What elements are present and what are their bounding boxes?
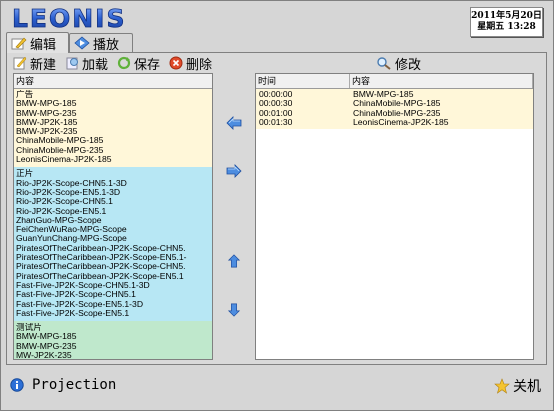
tab-play[interactable]: 播放	[69, 33, 133, 53]
list-item[interactable]: PiratesOfTheCaribbean-JP2K-Scope-CHN5.	[16, 244, 212, 253]
library-header: 内容	[14, 74, 212, 89]
list-item[interactable]: LeonisCinema-JP2K-185	[16, 155, 212, 164]
new-button[interactable]: 新建	[13, 54, 56, 73]
table-row[interactable]: 00:01:30 LeonisCinema-JP2K-185	[256, 116, 533, 130]
shutdown-label: 关机	[513, 379, 541, 395]
list-item[interactable]: ChinaMoblie-MPG-235	[16, 146, 212, 155]
projection-label: Projection	[32, 377, 117, 393]
load-label: 加载	[82, 57, 109, 73]
list-item[interactable]: BMW-MPG-185	[16, 99, 212, 108]
date-text: 2011年5月20日	[471, 11, 542, 21]
new-doc-icon	[13, 56, 27, 70]
tab-edit[interactable]: 编辑	[6, 32, 69, 53]
new-label: 新建	[30, 57, 57, 73]
time-column-header[interactable]: 时间	[256, 74, 350, 88]
group-title: 测试片	[16, 323, 42, 333]
magnifier-icon	[377, 57, 391, 70]
delete-icon	[169, 56, 183, 70]
info-icon	[10, 378, 24, 392]
group-test: 测试片 BMW-MPG-185 BMW-MPG-235 MW-JP2K-235	[14, 321, 212, 359]
list-item[interactable]: Fast-Five-JP2K-Scope-EN5.1-3D	[16, 300, 212, 309]
arrow-down-icon[interactable]	[226, 303, 242, 317]
list-item[interactable]: PiratesOfTheCaribbean-JP2K-Scope-CHN5.	[16, 262, 212, 271]
leonis-logo: LEONIS	[12, 4, 127, 32]
content-library-list[interactable]: 内容 广告 BMW-MPG-185 BMW-MPG-235 BMW-JP2K-1…	[13, 73, 213, 360]
content-column-header[interactable]: 内容	[350, 74, 533, 88]
tab-play-label: 播放	[93, 37, 120, 53]
playlist-schedule-table[interactable]: 时间 内容 00:00:00 BMW-MPG-185 00:00:30 Chin…	[255, 73, 534, 360]
list-item[interactable]: MW-JP2K-235	[16, 351, 212, 359]
list-item[interactable]: BMW-MPG-235	[16, 109, 212, 118]
list-item[interactable]: BMW-MPG-235	[16, 342, 212, 351]
delete-label: 删除	[186, 57, 213, 73]
list-item[interactable]: Rio-JP2K-Scope-EN5.1	[16, 207, 212, 216]
group-title: 广告	[16, 90, 34, 99]
row-content: LeonisCinema-JP2K-185	[353, 116, 449, 127]
star-icon	[494, 378, 510, 394]
shutdown-button[interactable]: 关机	[494, 376, 541, 396]
list-item[interactable]: Rio-JP2K-Scope-CHN5.1	[16, 197, 212, 206]
modify-label: 修改	[395, 57, 422, 73]
list-item[interactable]: FeiChenWuRao-MPG-Scope	[16, 225, 212, 234]
list-item[interactable]: PiratesOfTheCaribbean-JP2K-Scope-EN5.1	[16, 272, 212, 281]
datetime-display: 2011年5月20日 星期五 13:28	[470, 7, 543, 37]
play-diamond-icon	[74, 36, 90, 50]
list-item[interactable]: BMW-JP2K-185	[16, 118, 212, 127]
arrow-right-icon[interactable]	[226, 164, 242, 178]
load-icon	[66, 57, 79, 70]
toolbar: 新建 加载 保存 删除	[13, 54, 221, 73]
logo-text: LEONIS	[12, 4, 127, 32]
projection-status: Projection	[10, 377, 116, 393]
list-item[interactable]: BMW-JP2K-235	[16, 127, 212, 136]
list-item[interactable]: Rio-JP2K-Scope-EN5.1-3D	[16, 188, 212, 197]
list-item[interactable]: ChinaMobile-MPG-185	[16, 136, 212, 145]
tab-edit-label: 编辑	[30, 37, 57, 53]
arrow-up-icon[interactable]	[226, 254, 242, 268]
modify-button[interactable]: 修改	[376, 54, 422, 73]
list-item[interactable]: PiratesOfTheCaribbean-JP2K-Scope-EN5.1-	[16, 253, 212, 262]
list-item[interactable]: Fast-Five-JP2K-Scope-EN5.1	[16, 309, 212, 318]
weekday-time-text: 星期五 13:28	[477, 22, 536, 32]
list-item[interactable]: Rio-JP2K-Scope-CHN5.1-3D	[16, 179, 212, 188]
save-refresh-icon	[117, 56, 131, 70]
group-ads: 广告 BMW-MPG-185 BMW-MPG-235 BMW-JP2K-185 …	[14, 89, 212, 168]
save-button[interactable]: 保存	[117, 54, 160, 73]
delete-button[interactable]: 删除	[169, 54, 212, 73]
list-item[interactable]: GuanYunChang-MPG-Scope	[16, 234, 212, 243]
list-item[interactable]: ZhanGuo-MPG-Scope	[16, 216, 212, 225]
schedule-header: 时间 内容	[256, 74, 533, 89]
arrow-left-icon[interactable]	[226, 116, 242, 130]
row-time: 00:01:30	[259, 116, 293, 127]
save-label: 保存	[134, 57, 161, 73]
load-button[interactable]: 加载	[65, 54, 108, 73]
group-features: 正片 Rio-JP2K-Scope-CHN5.1-3D Rio-JP2K-Sco…	[14, 167, 212, 322]
group-title: 正片	[16, 169, 34, 179]
pencil-icon	[11, 37, 27, 50]
list-item[interactable]: Fast-Five-JP2K-Scope-CHN5.1	[16, 290, 212, 299]
status-bar: Projection 关机	[6, 371, 547, 399]
list-item[interactable]: Fast-Five-JP2K-Scope-CHN5.1-3D	[16, 281, 212, 290]
list-item[interactable]: BMW-MPG-185	[16, 332, 212, 341]
